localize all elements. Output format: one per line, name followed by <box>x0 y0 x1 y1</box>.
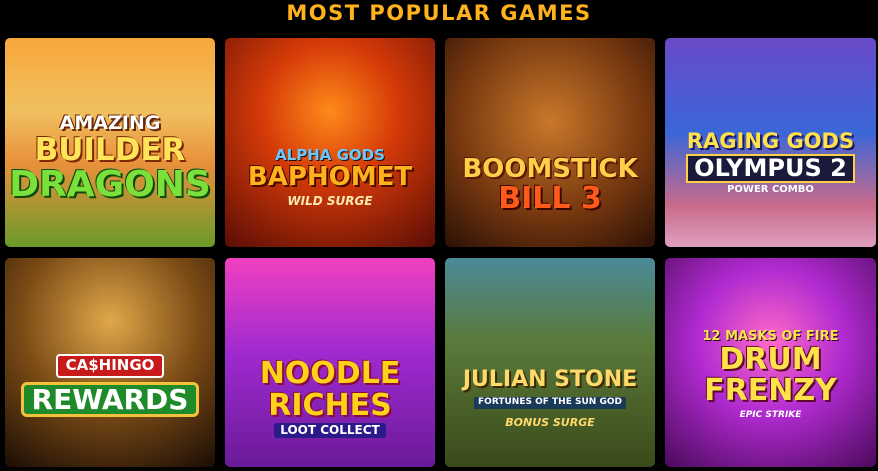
game-title-line: JULIAN STONE <box>462 367 638 392</box>
game-logo: JULIAN STONE FORTUNES OF THE SUN GOD BON… <box>445 368 655 429</box>
game-logo: BOOMSTICK BILL 3 <box>445 154 655 217</box>
game-subtitle: WILD SURGE <box>287 194 373 209</box>
game-logo: AMAZING BUILDER DRAGONS <box>5 112 215 206</box>
game-logo: RAGING GODS OLYMPUS 2 POWER COMBO <box>665 130 876 196</box>
game-subtitle: POWER COMBO <box>727 184 814 196</box>
game-logo: ALPHA GODS BAPHOMET WILD SURGE <box>225 147 435 209</box>
game-logo: 12 MASKS OF FIRE DRUM FRENZY EPIC STRIKE <box>665 330 876 420</box>
game-subtitle: EPIC STRIKE <box>739 409 802 420</box>
game-title-line: DRUM <box>719 341 822 377</box>
game-tile-amazing-builder-dragons[interactable]: AMAZING BUILDER DRAGONS <box>5 38 215 247</box>
game-title-line: CA$HINGO <box>55 354 165 378</box>
game-artwork <box>225 38 435 247</box>
game-title-line: BAPHOMET <box>247 161 413 192</box>
game-title-line: RAGING GODS <box>686 129 855 153</box>
game-tile-julian-stone[interactable]: JULIAN STONE FORTUNES OF THE SUN GOD BON… <box>445 258 655 467</box>
game-tile-raging-gods-olympus-2[interactable]: RAGING GODS OLYMPUS 2 POWER COMBO <box>665 38 876 247</box>
game-subtitle: FORTUNES OF THE SUN GOD <box>474 397 626 409</box>
game-artwork <box>445 258 655 467</box>
game-title-line: OLYMPUS 2 <box>686 154 855 184</box>
game-tile-alpha-gods-baphomet[interactable]: ALPHA GODS BAPHOMET WILD SURGE <box>225 38 435 247</box>
game-tile-cashingo-rewards[interactable]: CA$HINGO REWARDS <box>5 258 215 467</box>
game-title-line: BUILDER <box>34 131 186 168</box>
game-title-line: DRAGONS <box>9 164 211 206</box>
game-title-line: AMAZING <box>59 112 161 134</box>
game-tile-noodle-riches[interactable]: NOODLE RICHES LOOT COLLECT <box>225 258 435 467</box>
game-subtitle: BONUS SURGE <box>505 416 595 430</box>
game-title-line: REWARDS <box>20 381 200 418</box>
game-title-line: BOOMSTICK <box>462 154 638 184</box>
game-tile-drum-frenzy[interactable]: 12 MASKS OF FIRE DRUM FRENZY EPIC STRIKE <box>665 258 876 467</box>
game-subtitle: LOOT COLLECT <box>274 423 386 438</box>
games-grid: AMAZING BUILDER DRAGONS ALPHA GODS BAPHO… <box>0 0 878 471</box>
game-logo: NOODLE RICHES LOOT COLLECT <box>225 358 435 439</box>
game-title-line: NOODLE <box>259 356 401 391</box>
game-tile-boomstick-bill-3[interactable]: BOOMSTICK BILL 3 <box>445 38 655 247</box>
game-logo: CA$HINGO REWARDS <box>5 354 215 418</box>
game-title-line: FRENZY <box>704 373 837 409</box>
game-title-line: BILL 3 <box>498 181 602 217</box>
game-title-line: RICHES <box>268 387 392 423</box>
